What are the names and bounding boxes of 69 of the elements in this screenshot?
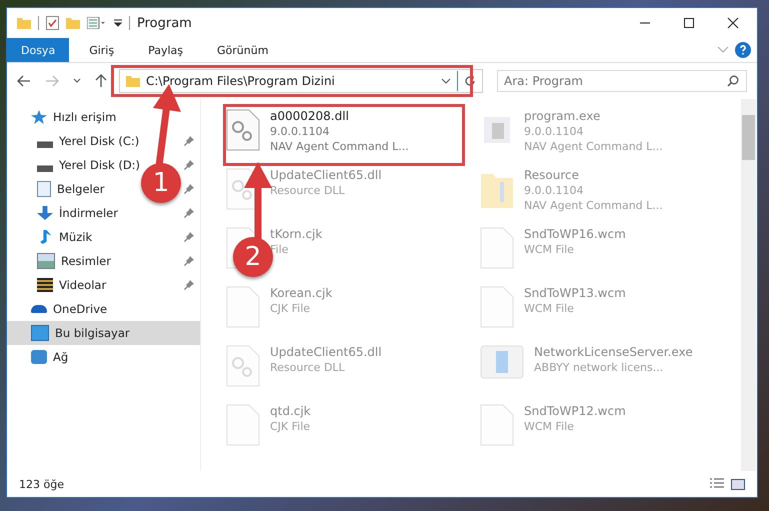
maximize-icon[interactable] xyxy=(683,17,695,29)
file-detail: WCM File xyxy=(524,242,575,257)
address-path: C:\Program Files\Program Dizini xyxy=(146,74,336,88)
chevron-down-icon[interactable] xyxy=(441,78,451,84)
pin-icon[interactable] xyxy=(184,136,194,146)
dropdown-icon[interactable] xyxy=(114,18,122,28)
cloud-icon xyxy=(31,305,47,313)
close-icon[interactable] xyxy=(727,17,739,29)
pin-icon[interactable] xyxy=(184,208,194,218)
video-icon xyxy=(37,278,53,292)
file-name[interactable]: a0000208.dll xyxy=(270,109,409,124)
file-detail: CJK File xyxy=(270,419,311,434)
pin-icon[interactable] xyxy=(184,256,194,266)
computer-icon xyxy=(31,325,49,341)
up-arrow-icon[interactable] xyxy=(95,74,107,88)
help-icon[interactable] xyxy=(735,42,751,58)
file-detail: ABBYY network licens... xyxy=(534,360,664,375)
application-icon xyxy=(480,345,524,379)
sidebar-item[interactable]: Yerel Disk (C:) xyxy=(7,129,144,153)
large-icons-view-icon[interactable] xyxy=(731,478,745,490)
sidebar-item[interactable]: Videolar xyxy=(7,273,110,297)
pin-icon[interactable] xyxy=(184,232,194,242)
file-detail: NAV Agent Command L... xyxy=(524,198,663,213)
file-detail: Resource DLL xyxy=(270,183,346,198)
item-count: 123 öğe xyxy=(19,478,64,490)
picture-icon xyxy=(37,253,55,269)
gear-document-icon xyxy=(226,345,260,387)
properties-icon[interactable] xyxy=(87,17,107,29)
file-detail: 9.0.0.1104 xyxy=(524,124,584,139)
file-detail: WCM File xyxy=(524,301,575,316)
file-detail: NAV Agent Command L... xyxy=(270,139,409,154)
sidebar-item[interactable]: Resimler xyxy=(7,249,115,273)
details-view-icon[interactable] xyxy=(709,478,725,490)
sidebar-item[interactable]: Bu bilgisayar xyxy=(7,321,200,345)
refresh-icon[interactable] xyxy=(464,75,476,87)
window-title: Program xyxy=(137,16,192,30)
document-icon xyxy=(480,286,514,328)
search-icon xyxy=(727,75,739,87)
file-detail: NAV Agent Command L... xyxy=(524,139,663,154)
file-detail: Resource DLL xyxy=(270,360,346,375)
scrollbar[interactable] xyxy=(741,99,756,471)
sidebar-item[interactable]: Hızlı erişim xyxy=(7,105,120,129)
sidebar-item[interactable]: Belgeler xyxy=(7,177,109,201)
gear-document-icon xyxy=(226,109,260,151)
pin-icon[interactable] xyxy=(184,280,194,290)
chevron-down-icon[interactable] xyxy=(73,78,81,84)
document-icon xyxy=(480,404,514,446)
step-number: 1 xyxy=(141,163,181,203)
sidebar-item[interactable]: İndirmeler xyxy=(7,201,122,225)
file-detail: 9.0.0.1104 xyxy=(524,183,584,198)
file-detail: WCM File xyxy=(524,419,575,434)
folder-icon xyxy=(126,75,140,87)
pin-icon[interactable] xyxy=(184,184,194,194)
back-arrow-icon[interactable] xyxy=(17,75,31,87)
document-icon xyxy=(37,181,51,197)
checklist-icon[interactable] xyxy=(46,16,59,30)
file-detail: CJK File xyxy=(270,301,312,316)
document-icon xyxy=(226,286,260,328)
search-field[interactable]: Ara: Program xyxy=(497,70,747,92)
ribbon-tab[interactable]: Dosya xyxy=(7,38,70,62)
network-icon xyxy=(31,350,47,364)
address-bar[interactable]: C:\Program Files\Program Dizini xyxy=(119,69,483,93)
sidebar-item[interactable]: OneDrive xyxy=(7,297,112,321)
document-icon xyxy=(226,404,260,446)
pin-icon[interactable] xyxy=(184,160,194,170)
file-detail: 9.0.0.1104 xyxy=(270,124,330,139)
document-icon xyxy=(480,227,514,269)
sidebar-item[interactable]: Müzik xyxy=(7,225,96,249)
sidebar-item[interactable]: Ağ xyxy=(7,345,72,369)
